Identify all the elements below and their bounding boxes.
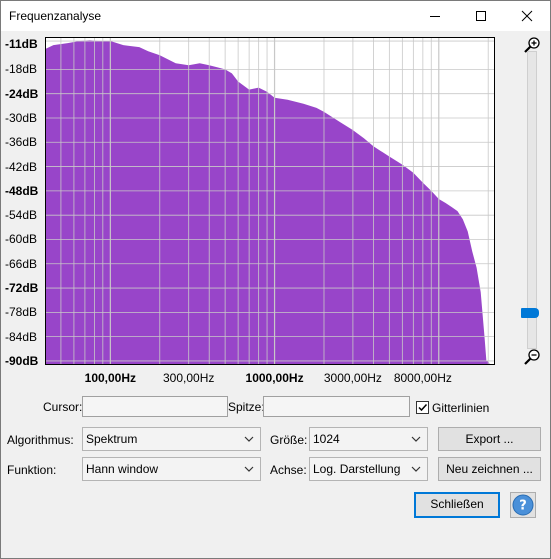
y-tick-label: -36dB [5,135,38,150]
y-tick-label: -78dB [5,305,38,320]
peak-label: Spitze: [228,400,265,414]
spectrum-plot[interactable] [45,37,495,365]
x-tick-label: 1000,00Hz [245,371,304,385]
window-title: Frequenzanalyse [9,9,102,23]
cursor-field [82,396,228,417]
size-select[interactable]: 1024 [309,427,428,451]
chevron-down-icon [411,466,421,472]
function-value: Hann window [86,462,159,476]
y-tick-label: -42dB [5,159,38,174]
size-label: Größe: [270,433,308,447]
zoom-out-button[interactable] [523,347,543,367]
close-window-button[interactable] [504,1,550,31]
grid-checkbox-label[interactable]: Gitterlinien [432,401,489,415]
y-tick-label: -18dB [5,62,38,77]
size-value: 1024 [313,432,340,446]
spectrum-area [45,40,495,365]
spectrum-chart [45,37,495,365]
y-tick-label: -90dB [5,353,39,368]
zoom-slider-thumb[interactable] [521,308,539,319]
y-tick-label: -54dB [5,208,38,223]
axis-label: Achse: [270,463,307,477]
x-tick-label: 100,00Hz [84,371,137,385]
x-tick-label: 8000,00Hz [393,371,452,385]
x-tick-label: 300,00Hz [163,371,215,385]
title-bar: Frequenzanalyse [1,1,550,31]
chevron-down-icon [244,436,254,442]
vertical-zoom-scroller [497,33,547,365]
y-tick-label: -11dB [5,37,38,51]
y-tick-label: -60dB [5,232,38,247]
help-button[interactable]: ? [510,492,536,518]
algorithm-value: Spektrum [86,432,138,446]
export-button[interactable]: Export ... [438,427,541,451]
peak-field [263,396,410,417]
function-select[interactable]: Hann window [82,457,261,481]
y-tick-label: -66dB [5,256,38,271]
close-button[interactable]: Schließen [414,492,500,518]
checkmark-icon [418,403,428,412]
frequency-analysis-window: Frequenzanalyse -11dB -18dB -24dB -30dB -36d… [0,0,551,559]
x-tick-label: 3000,00Hz [323,371,382,385]
zoom-out-icon [524,349,540,365]
chevron-down-icon [244,466,254,472]
y-tick-label: -84dB [5,329,38,344]
chevron-down-icon [411,436,421,442]
algorithm-label: Algorithmus: [7,433,74,447]
y-tick-label: -30dB [5,110,38,125]
minimize-button[interactable] [412,1,458,31]
function-label: Funktion: [7,463,57,477]
help-icon: ? [512,494,534,516]
svg-text:?: ? [519,499,527,514]
algorithm-select[interactable]: Spektrum [82,427,261,451]
close-icon [521,10,533,22]
redraw-button[interactable]: Neu zeichnen ... [438,457,541,481]
y-tick-label: -72dB [5,281,39,296]
zoom-track[interactable] [527,51,537,349]
minimize-icon [430,16,440,17]
grid-checkbox[interactable] [416,401,429,414]
y-tick-label: -48dB [5,183,39,198]
cursor-label: Cursor: [43,400,83,414]
axis-select[interactable]: Log. Darstellung [309,457,428,481]
axis-value: Log. Darstellung [313,462,401,476]
maximize-button[interactable] [458,1,504,31]
y-tick-label: -24dB [5,86,39,101]
maximize-icon [476,11,486,21]
x-axis-labels: 100,00Hz 300,00Hz 1000,00Hz 3000,00Hz 8000,0… [45,365,495,389]
